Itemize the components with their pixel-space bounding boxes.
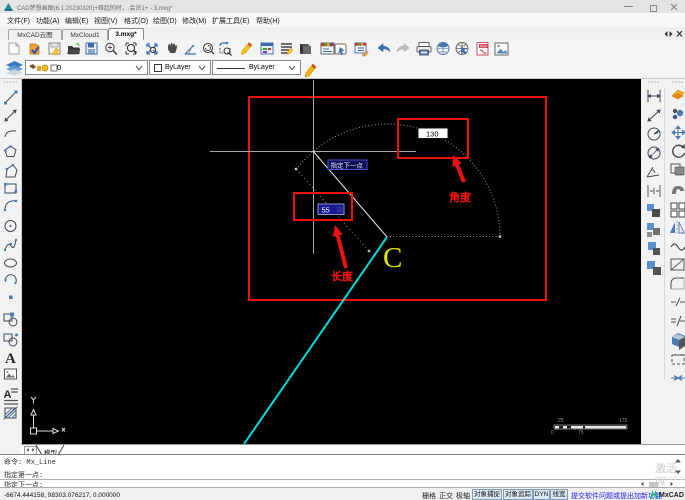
- svg-text:指定下一点: 指定下一点: [331, 161, 364, 170]
- svg-text:A: A: [5, 351, 16, 367]
- svg-text:130: 130: [426, 130, 439, 139]
- svg-text:175: 175: [619, 418, 628, 424]
- svg-text:75: 75: [578, 430, 584, 436]
- svg-text:25: 25: [558, 418, 564, 424]
- svg-text:角度: 角度: [449, 190, 472, 204]
- svg-text:55: 55: [322, 206, 330, 215]
- svg-text:C: C: [383, 242, 402, 274]
- svg-text:长度: 长度: [331, 269, 354, 283]
- svg-text:A: A: [4, 389, 12, 401]
- svg-text:PDF: PDF: [480, 44, 487, 48]
- svg-text:0: 0: [551, 430, 554, 436]
